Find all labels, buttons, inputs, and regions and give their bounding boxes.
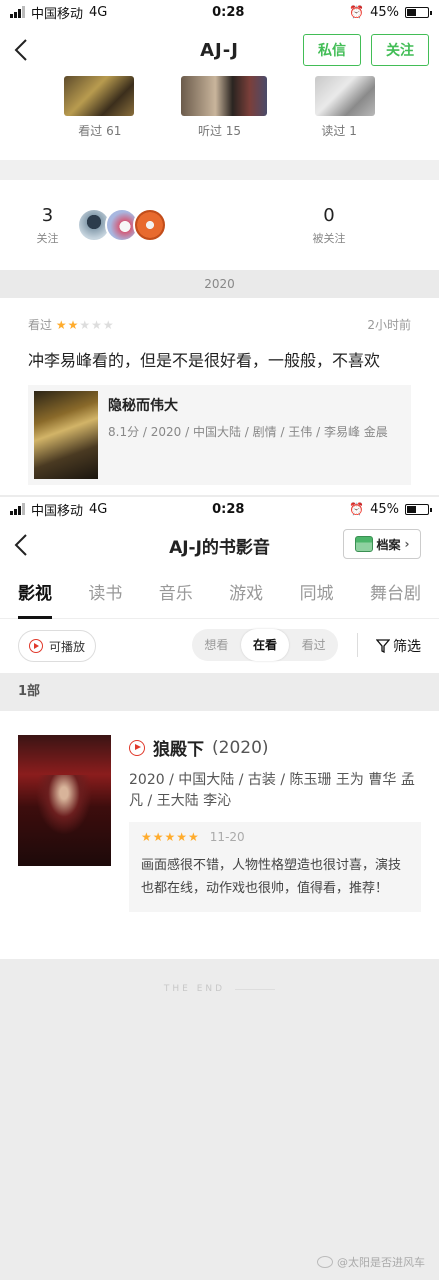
playable-label: 可播放	[48, 639, 85, 654]
rating-stars: ★★★★★	[141, 830, 200, 844]
battery-icon	[404, 503, 432, 515]
tab-local[interactable]: 同城	[300, 569, 334, 619]
feed-card[interactable]: 看过 ★★★★★ 2小时前 冲李易峰看的，但是不是很好看，一般般，不喜欢 隐秘而…	[0, 298, 439, 495]
back-button[interactable]	[14, 531, 34, 559]
item-meta: 2020 / 中国大陆 / 古装 / 陈玉珊 王为 曹华 孟凡 / 王大陆 李沁	[129, 772, 415, 809]
network: 4G	[89, 501, 108, 517]
clock: 0:28	[212, 4, 245, 20]
carrier: 中国移动	[31, 6, 84, 22]
battery-percent: 45%	[370, 501, 399, 517]
archive-label: 档案	[376, 537, 401, 552]
play-icon[interactable]	[129, 739, 145, 756]
feed-action: 看过	[28, 318, 53, 332]
result-count: 1部	[0, 673, 439, 711]
chevron-left-icon	[14, 39, 27, 61]
review-box: ★★★★★ 11-20 画面感很不错，人物性格塑造也很讨喜，演技也都在线，动作戏…	[129, 822, 421, 912]
segment-wish[interactable]: 想看	[192, 629, 241, 661]
status-bar: 中国移动 4G 0:28 ⏰ 45%	[0, 497, 439, 521]
item-year: (2020)	[212, 737, 269, 758]
movie-poster	[34, 391, 98, 479]
followers-stat[interactable]: 0 被关注	[289, 205, 369, 246]
battery-icon	[404, 6, 432, 18]
filter-row: 可播放 想看 在看 看过 筛选	[0, 619, 439, 673]
watermark: @太阳是否进风车	[317, 1254, 425, 1270]
followers-label: 被关注	[312, 231, 346, 245]
item-title: 狼殿下	[153, 740, 204, 760]
follow-button[interactable]: 关注	[371, 34, 429, 66]
archive-button[interactable]: 档案 ›	[343, 529, 421, 559]
archive-icon	[354, 536, 373, 552]
movie-title: 隐秘而伟大	[108, 398, 178, 414]
item-poster[interactable]	[18, 735, 111, 866]
network: 4G	[89, 4, 108, 20]
page-title: AJ-J的书影音	[169, 537, 270, 558]
carrier: 中国移动	[31, 503, 84, 519]
read-count[interactable]: 读过 1	[294, 122, 384, 139]
feed-comment: 冲李易峰看的，但是不是很好看，一般般，不喜欢	[28, 351, 381, 370]
category-tabs: 影视 读书 音乐 游戏 同城 舞台剧	[0, 569, 439, 619]
feed-time: 2小时前	[367, 318, 411, 332]
follow-stats: 3 关注 0 被关注	[0, 180, 439, 270]
tab-books[interactable]: 读书	[88, 569, 122, 619]
tab-movies[interactable]: 影视	[18, 569, 52, 619]
followers-count: 0	[323, 204, 335, 226]
following-avatars[interactable]	[77, 208, 167, 242]
review-date: 11-20	[209, 830, 245, 844]
end-marker: THE END	[0, 959, 439, 1019]
signal-icon	[10, 503, 25, 515]
list-item[interactable]: 狼殿下 (2020) 2020 / 中国大陆 / 古装 / 陈玉珊 王为 曹华 …	[0, 711, 439, 959]
review-text: 画面感很不错，人物性格塑造也很讨喜，演技也都在线，动作戏也很帅，值得看，推荐！	[141, 858, 402, 896]
tab-music[interactable]: 音乐	[159, 569, 193, 619]
watched-thumb[interactable]	[63, 76, 134, 116]
avatar	[133, 208, 167, 242]
signal-icon	[10, 6, 25, 18]
segment-doing[interactable]: 在看	[240, 629, 290, 661]
battery-percent: 45%	[370, 4, 399, 20]
play-icon	[28, 639, 43, 653]
funnel-icon	[376, 639, 390, 653]
read-thumb[interactable]	[315, 76, 376, 116]
listened-count[interactable]: 听过 15	[174, 122, 264, 139]
back-button[interactable]	[14, 36, 34, 64]
weibo-icon	[317, 1256, 333, 1268]
watermark-text: @太阳是否进风车	[337, 1256, 425, 1269]
listened-thumb[interactable]	[181, 76, 268, 116]
divider	[357, 633, 358, 657]
status-bar: 中国移动 4G 0:28 ⏰ 45%	[0, 0, 439, 24]
message-button[interactable]: 私信	[303, 34, 361, 66]
movie-card[interactable]: 隐秘而伟大 8.1分 / 2020 / 中国大陆 / 剧情 / 王伟 / 李易峰…	[28, 385, 411, 485]
profile-screen: 中国移动 4G 0:28 ⏰ 45% AJ-J 私信 关注 看过 61 听过 1…	[0, 0, 439, 495]
end-text: THE END	[163, 984, 226, 994]
alarm-icon: ⏰	[349, 5, 365, 19]
segment-done[interactable]: 看过	[289, 629, 338, 661]
filter-button[interactable]: 筛选	[376, 619, 421, 673]
chevron-left-icon	[14, 534, 27, 556]
nav-bar: AJ-J的书影音 档案 ›	[0, 521, 439, 569]
status-segmented-control: 想看 在看 看过	[192, 629, 338, 661]
divider	[0, 160, 439, 180]
watched-count[interactable]: 看过 61	[55, 122, 145, 139]
year-header: 2020	[0, 270, 439, 298]
recent-thumbs	[0, 76, 439, 116]
tab-games[interactable]: 游戏	[229, 569, 263, 619]
alarm-icon: ⏰	[349, 502, 365, 516]
playable-filter[interactable]: 可播放	[18, 630, 96, 662]
clock: 0:28	[212, 501, 245, 517]
chevron-right-icon: ›	[404, 537, 410, 551]
nav-bar: AJ-J 私信 关注	[0, 24, 439, 76]
filter-label: 筛选	[393, 639, 421, 655]
media-screen: 中国移动 4G 0:28 ⏰ 45% AJ-J的书影音 档案 › 影视 读书 音…	[0, 497, 439, 1280]
rating-stars: ★★★★★	[55, 318, 115, 332]
tab-drama[interactable]: 舞台剧	[370, 569, 421, 619]
page-title: AJ-J	[200, 39, 239, 61]
movie-meta: 8.1分 / 2020 / 中国大陆 / 剧情 / 王伟 / 李易峰 金晨	[108, 425, 388, 439]
